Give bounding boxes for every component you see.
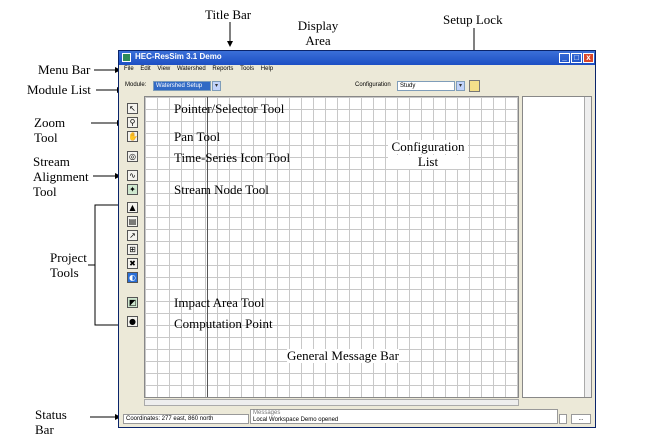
gage-icon[interactable]: ◐ <box>127 272 138 283</box>
menu-bar: File Edit View Watershed Reports Tools H… <box>119 66 595 76</box>
label-stream-alignment-1: Stream <box>33 154 70 169</box>
configuration-dropdown-icon[interactable]: ▾ <box>456 81 465 91</box>
maximize-icon[interactable]: □ <box>571 53 582 63</box>
label-stream-node: Stream Node Tool <box>174 182 269 197</box>
menu-help[interactable]: Help <box>261 66 273 72</box>
module-list[interactable]: Watershed Setup <box>153 81 211 91</box>
module-row: Module: Watershed Setup ▾ Configuration … <box>119 79 595 95</box>
menu-watershed[interactable]: Watershed <box>177 66 206 72</box>
dam-icon[interactable]: ▤ <box>127 216 138 227</box>
computation-point-icon[interactable]: ● <box>127 316 138 327</box>
module-label: Module: <box>125 82 147 88</box>
pointer-selector-icon[interactable]: ↖ <box>127 103 138 114</box>
label-zoom-tool-2: Tool <box>34 130 58 145</box>
message-text: Local Workspace Demo opened <box>253 417 339 423</box>
label-project-tools-2: Tools <box>50 265 79 280</box>
time-series-icon[interactable]: ◎ <box>127 151 138 162</box>
label-stream-alignment-2: Alignment <box>33 169 89 184</box>
label-title-bar: Title Bar <box>205 7 252 22</box>
module-dropdown-icon[interactable]: ▾ <box>212 81 221 91</box>
pan-icon[interactable]: ✋ <box>127 131 138 142</box>
diversion-icon[interactable]: ↗ <box>127 230 138 241</box>
label-status-bar-1: Status <box>35 407 67 422</box>
label-module-list: Module List <box>27 82 91 97</box>
menu-view[interactable]: View <box>157 66 170 72</box>
message-details-button[interactable]: ... <box>571 414 591 424</box>
label-stream-alignment-3: Tool <box>33 184 57 199</box>
stream-node-icon[interactable]: ✦ <box>127 184 138 195</box>
stream-alignment-icon[interactable]: ∿ <box>127 170 138 181</box>
impact-area-icon[interactable]: ◩ <box>127 297 138 308</box>
configuration-list[interactable]: Study <box>397 81 455 91</box>
label-display-area-2: Area <box>305 33 331 48</box>
menu-tools[interactable]: Tools <box>240 66 254 72</box>
label-configuration-list-2: List <box>388 155 468 169</box>
label-status-bar-2: Bar <box>35 422 54 437</box>
menu-reports[interactable]: Reports <box>212 66 233 72</box>
label-project-tools-1: Project <box>50 250 87 265</box>
message-scroll-icon[interactable] <box>559 414 567 424</box>
vertical-scrollbar[interactable] <box>584 97 591 397</box>
label-display-area-1: Display <box>297 18 339 33</box>
label-impact-area: Impact Area Tool <box>174 295 265 310</box>
general-message-bar: Messages Local Workspace Demo opened <box>250 409 558 424</box>
menu-edit[interactable]: Edit <box>140 66 150 72</box>
message-header: Messages <box>253 410 281 416</box>
reach-icon[interactable]: ⊞ <box>127 244 138 255</box>
label-general-message-bar: General Message Bar <box>287 348 399 363</box>
label-menu-bar: Menu Bar <box>38 62 91 77</box>
label-pointer-selector: Pointer/Selector Tool <box>174 101 285 116</box>
junction-icon[interactable]: ✖ <box>127 258 138 269</box>
status-bar: Coordinates: 277 east, 860 north <box>123 414 249 424</box>
label-configuration-list-1: Configuration <box>388 140 468 154</box>
close-icon[interactable]: x <box>583 53 594 63</box>
app-icon <box>122 53 131 62</box>
horizontal-scrollbar[interactable] <box>144 399 519 406</box>
configuration-label: Configuration <box>355 82 391 88</box>
label-zoom-tool-1: Zoom <box>34 115 66 130</box>
minimize-icon[interactable]: _ <box>559 53 570 63</box>
label-computation-point: Computation Point <box>174 316 273 331</box>
menu-file[interactable]: File <box>124 66 134 72</box>
label-pan-tool: Pan Tool <box>174 129 221 144</box>
status-row: Coordinates: 277 east, 860 north Message… <box>119 409 595 427</box>
window-title: HEC-ResSim 3.1 Demo <box>135 52 222 61</box>
zoom-icon[interactable]: ⚲ <box>127 117 138 128</box>
label-time-series: Time-Series Icon Tool <box>174 150 291 165</box>
reservoir-icon[interactable]: ▲ <box>127 202 138 213</box>
setup-lock-icon[interactable] <box>469 80 480 92</box>
label-setup-lock: Setup Lock <box>443 12 503 27</box>
title-bar[interactable]: HEC-ResSim 3.1 Demo _ □ x <box>119 51 595 65</box>
right-panel <box>522 96 592 398</box>
